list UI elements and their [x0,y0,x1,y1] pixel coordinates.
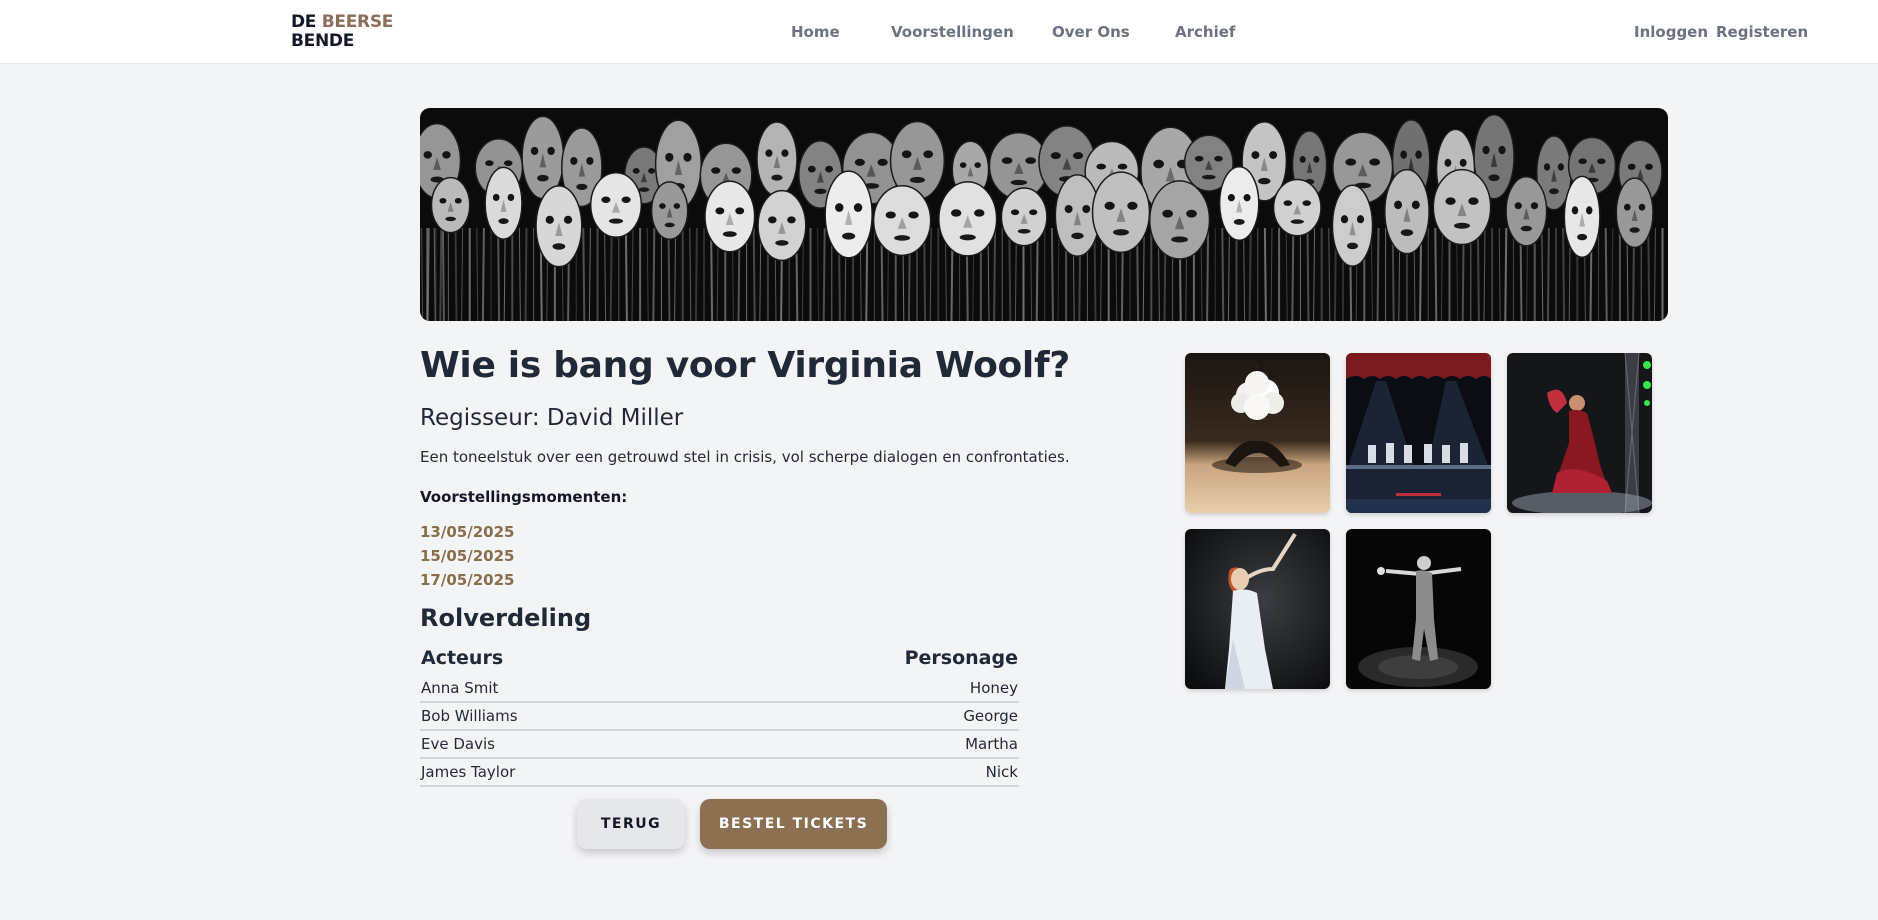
moment-date: 15/05/2025 [420,547,515,565]
actor-name: Anna Smit [420,674,696,703]
actor-name: James Taylor [420,758,696,787]
table-row: Anna Smit Honey [420,674,1019,703]
cast-title: Rolverdeling [420,604,592,632]
show-title: Wie is bang voor Virginia Woolf? [420,345,1070,386]
character-name: Honey [695,674,1019,703]
register-link[interactable]: Registeren [1716,23,1808,41]
gallery-image-stage-performance[interactable] [1346,353,1491,513]
gallery-image-dancer-cloud[interactable] [1185,353,1330,513]
character-name: George [695,702,1019,731]
header-character: Personage [904,646,1018,669]
moments-label: Voorstellingsmomenten: [420,488,628,506]
table-row: Eve Davis Martha [420,730,1019,759]
order-tickets-button[interactable]: BESTEL TICKETS [700,799,887,849]
header-actors: Acteurs [421,646,504,669]
gallery-image-dancer-spotlight[interactable] [1346,529,1491,689]
actor-name: Eve Davis [420,730,696,759]
nav-home[interactable]: Home [791,23,840,41]
character-name: Martha [695,730,1019,759]
moment-date: 17/05/2025 [420,571,515,589]
gallery-image-flamenco[interactable] [1507,353,1652,513]
cast-table: Acteurs Personage Anna Smit Honey Bob Wi… [420,644,1019,787]
moments-list: 13/05/2025 15/05/2025 17/05/2025 [420,520,514,592]
table-row: James Taylor Nick [420,758,1019,787]
hero-banner-image [420,108,1668,321]
main-nav: Home Voorstellingen Over Ons Archief Inl… [0,23,1878,43]
show-description: Een toneelstuk over een getrouwd stel in… [420,448,1070,466]
character-name: Nick [695,758,1019,787]
actor-name: Bob Williams [420,702,696,731]
nav-over-ons[interactable]: Over Ons [1052,23,1130,41]
nav-archief[interactable]: Archief [1175,23,1235,41]
nav-voorstellingen[interactable]: Voorstellingen [891,23,1014,41]
gallery-image-woman-white-dress[interactable] [1185,529,1330,689]
back-button[interactable]: TERUG [577,799,685,849]
masks-illustration [420,113,1664,321]
show-director: Regisseur: David Miller [420,405,684,431]
cast-header-row: Acteurs Personage [420,644,1019,674]
moment-date: 13/05/2025 [420,523,515,541]
table-row: Bob Williams George [420,702,1019,731]
login-link[interactable]: Inloggen [1634,23,1708,41]
navbar: DE BEERSE BENDE Home Voorstellingen Over… [0,0,1878,64]
